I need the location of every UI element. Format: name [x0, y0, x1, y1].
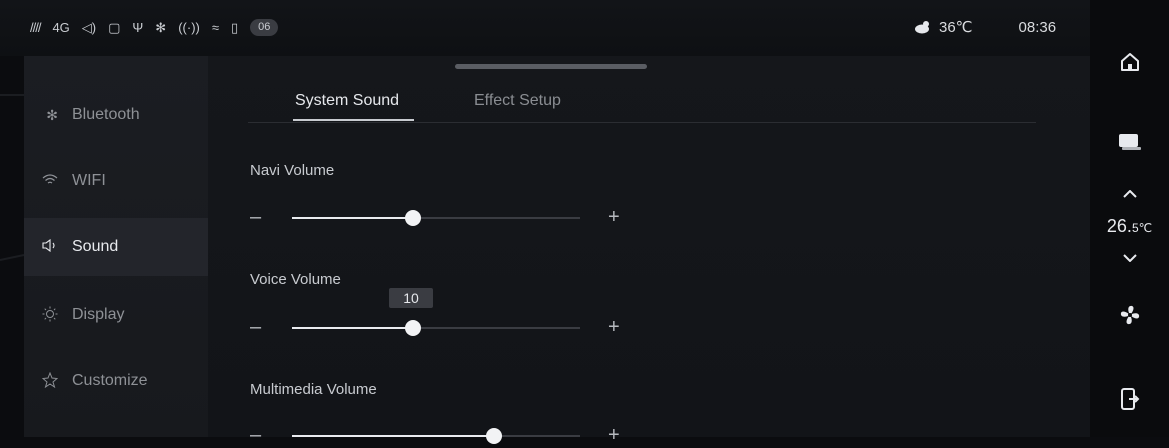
multimedia-volume-label: Multimedia Volume	[250, 381, 377, 398]
sound-settings-panel: System Sound Effect Setup Navi Volume – …	[208, 56, 1090, 446]
slider-track[interactable]	[292, 320, 580, 336]
sidebar-item-bluetooth[interactable]: ✻ Bluetooth	[24, 86, 208, 144]
fan-icon	[1120, 305, 1139, 325]
outside-temperature: 36℃	[939, 19, 973, 36]
screen-icon: ▢	[108, 19, 121, 35]
drag-handle[interactable]	[455, 64, 647, 69]
voice-volume-label: Voice Volume	[250, 271, 341, 288]
voice-volume-decrease-button[interactable]: –	[250, 316, 266, 338]
clock: 08:36	[1018, 18, 1057, 36]
tab-divider	[248, 122, 1036, 123]
active-tab-indicator	[293, 119, 414, 121]
usb-icon: Ψ	[132, 20, 144, 35]
sun-icon	[24, 306, 72, 325]
home-button[interactable]	[1090, 48, 1169, 76]
slider-fill	[292, 217, 413, 219]
multimedia-volume-decrease-button[interactable]: –	[250, 424, 266, 446]
slider-thumb[interactable]	[404, 320, 421, 336]
vehicle-dock: 26.5℃	[1090, 0, 1169, 437]
tab-effect-setup[interactable]: Effect Setup	[474, 92, 561, 110]
navi-volume-label: Navi Volume	[250, 162, 335, 179]
temperature-down-button[interactable]	[1090, 250, 1169, 266]
sidebar-item-customize[interactable]: Customize	[24, 352, 208, 410]
phone-exit-icon	[1120, 388, 1139, 410]
voice-volume-value-tooltip: 10	[389, 288, 433, 308]
temperature-decimal: 5℃	[1131, 221, 1153, 235]
signal-strength-icon: ////	[30, 20, 41, 35]
battery-icon: ▯	[231, 19, 239, 35]
temperature-up-button[interactable]	[1090, 186, 1169, 202]
navi-volume-decrease-button[interactable]: –	[250, 206, 266, 228]
cloud-sun-icon	[915, 21, 929, 34]
customize-icon	[24, 371, 72, 391]
cabin-temperature: 26.5℃	[1090, 216, 1169, 237]
tab-bar: System Sound Effect Setup	[208, 92, 1090, 126]
bluetooth-status-icon: ✻	[155, 19, 167, 35]
wifi-icon	[24, 173, 72, 189]
voice-volume-increase-button[interactable]: +	[608, 316, 624, 338]
sidebar-item-label: Display	[72, 306, 125, 323]
home-icon	[1120, 53, 1139, 71]
sidebar-item-label: Sound	[72, 238, 119, 255]
wifi-status-icon: ≈	[211, 20, 219, 35]
fan-button[interactable]	[1090, 300, 1169, 330]
bluetooth-icon: ✻	[46, 106, 58, 123]
temperature-integer: 26.	[1106, 216, 1132, 236]
navi-volume-increase-button[interactable]: +	[608, 206, 624, 228]
chevron-up-icon	[1122, 190, 1137, 198]
voice-volume-slider[interactable]: – +	[250, 316, 630, 340]
exit-app-button[interactable]	[1090, 384, 1169, 414]
status-bar: //// 4G ◁) ▢ Ψ ✻ ((·)) ≈ ▯ 06 36℃ 08:36	[0, 0, 1090, 56]
status-right: 36℃ 08:36	[915, 18, 1056, 36]
notification-badge: 06	[250, 19, 279, 36]
settings-sidebar: ✻ Bluetooth WIFI Sound Display Customize	[24, 56, 208, 437]
navi-volume-slider[interactable]: – +	[250, 206, 630, 230]
hotspot-icon: ((·))	[178, 20, 200, 35]
slider-thumb[interactable]	[404, 210, 421, 226]
multimedia-volume-increase-button[interactable]: +	[608, 424, 624, 446]
volume-icon: ◁)	[81, 19, 97, 35]
sidebar-item-label: Customize	[72, 372, 148, 389]
sidebar-item-display[interactable]: Display	[24, 286, 208, 344]
slider-track[interactable]	[292, 210, 580, 226]
slider-fill	[292, 327, 413, 329]
sidebar-item-sound[interactable]: Sound	[24, 218, 208, 276]
sidebar-item-label: WIFI	[72, 172, 106, 189]
sidebar-item-wifi[interactable]: WIFI	[24, 152, 208, 210]
tab-system-sound[interactable]: System Sound	[295, 92, 399, 110]
speaker-icon	[24, 238, 72, 255]
sidebar-item-label: Bluetooth	[72, 106, 140, 123]
status-indicators: //// 4G ◁) ▢ Ψ ✻ ((·)) ≈ ▯ 06	[30, 19, 279, 36]
slider-thumb[interactable]	[485, 428, 502, 444]
chevron-down-icon	[1122, 254, 1137, 262]
multimedia-volume-slider[interactable]: – +	[250, 424, 630, 448]
network-type: 4G	[52, 20, 70, 35]
multitask-button[interactable]	[1090, 128, 1169, 156]
windows-icon	[1118, 134, 1141, 150]
